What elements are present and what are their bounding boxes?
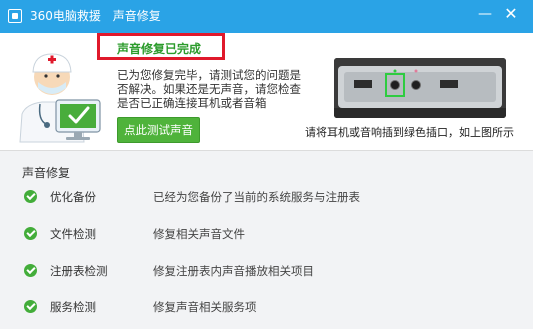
item-desc: 修复注册表内声音播放相关项目 bbox=[153, 264, 314, 278]
app-logo-icon bbox=[8, 9, 22, 23]
check-icon bbox=[24, 264, 37, 277]
app-name: 360电脑救援 bbox=[30, 9, 101, 23]
check-icon bbox=[24, 227, 37, 240]
close-button[interactable]: ✕ bbox=[500, 4, 522, 24]
audio-port-image bbox=[334, 58, 506, 118]
item-name: 优化备份 bbox=[50, 190, 96, 204]
list-item: 文件检测 修复相关声音文件 bbox=[0, 225, 533, 245]
item-name: 文件检测 bbox=[50, 227, 96, 241]
item-name: 注册表检测 bbox=[50, 264, 108, 278]
check-icon bbox=[24, 300, 37, 313]
page-name: 声音修复 bbox=[112, 9, 161, 23]
section-title: 声音修复 bbox=[22, 166, 71, 180]
result-description: 已为您修复完毕，请测试您的问题是否解决。如果还是无声音，请您检查是否已正确连接耳… bbox=[117, 68, 301, 110]
test-sound-button[interactable]: 点此测试声音 bbox=[117, 117, 200, 143]
item-desc: 已经为您备份了当前的系统服务与注册表 bbox=[153, 190, 360, 204]
item-name: 服务检测 bbox=[50, 300, 96, 314]
check-icon bbox=[24, 190, 37, 203]
window-title: 360电脑救援 声音修复 bbox=[30, 9, 169, 24]
item-desc: 修复相关声音文件 bbox=[153, 227, 245, 241]
minimize-button[interactable]: — bbox=[474, 4, 496, 24]
port-caption: 请将耳机或音响插到绿色插口，如上图所示 bbox=[305, 126, 514, 139]
list-item: 优化备份 已经为您备份了当前的系统服务与注册表 bbox=[0, 188, 533, 208]
list-item: 注册表检测 修复注册表内声音播放相关项目 bbox=[0, 262, 533, 282]
repair-complete-title: 声音修复已完成 bbox=[117, 42, 202, 56]
doctor-monitor-icon bbox=[19, 53, 101, 143]
item-desc: 修复声音相关服务项 bbox=[153, 300, 257, 314]
list-item: 服务检测 修复声音相关服务项 bbox=[0, 298, 533, 318]
title-bar: 360电脑救援 声音修复 — ✕ bbox=[0, 0, 533, 33]
